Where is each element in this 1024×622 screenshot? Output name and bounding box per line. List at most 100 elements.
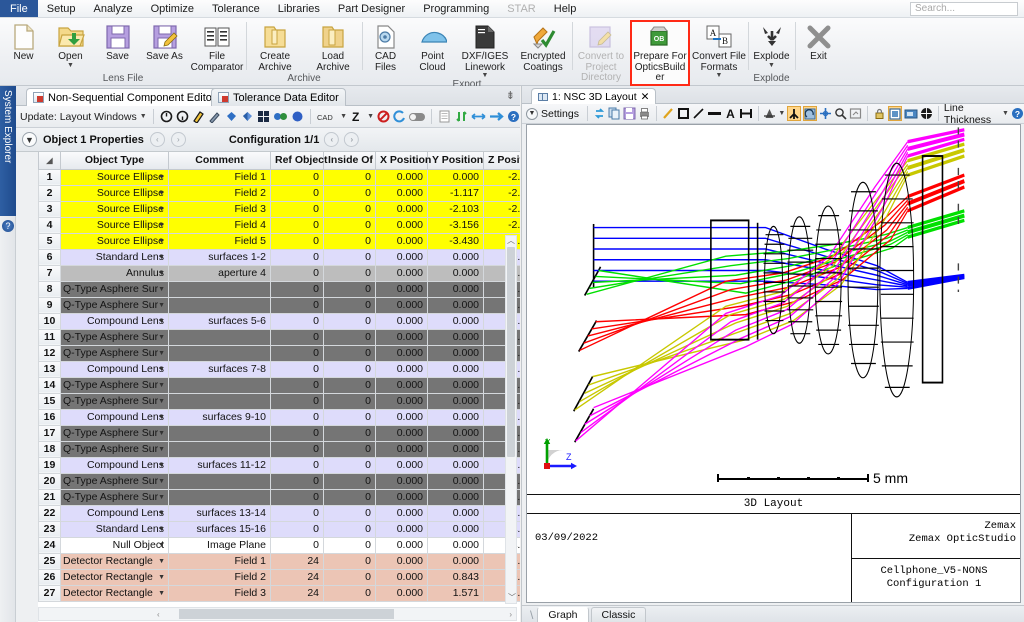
row-number[interactable]: 24 (39, 537, 61, 553)
cell-object-type[interactable]: Source Ellipse▼ (61, 217, 169, 233)
thick-line-icon[interactable] (707, 106, 722, 121)
cell-y-position[interactable]: 0.000 (428, 553, 484, 569)
column-header-select[interactable]: ◢ (39, 152, 61, 169)
menu-item-libraries[interactable]: Libraries (269, 0, 329, 17)
cell-x-position[interactable]: 0.000 (376, 329, 428, 345)
chevron-down-icon[interactable]: ▼ (158, 510, 165, 517)
menu-item-programming[interactable]: Programming (414, 0, 498, 17)
row-number[interactable]: 10 (39, 313, 61, 329)
chevron-down-icon[interactable]: ▼ (158, 270, 165, 277)
cell-ref-object[interactable]: 0 (271, 329, 324, 345)
scroll-down-arrow[interactable]: ﹀ (506, 593, 518, 603)
cell-object-type[interactable]: Q-Type Asphere Sur▼ (61, 281, 169, 297)
help-icon[interactable]: ? (2, 220, 14, 232)
row-number[interactable]: 17 (39, 425, 61, 441)
cell-inside-of[interactable]: 0 (324, 265, 376, 281)
cell-x-position[interactable]: 0.000 (376, 553, 428, 569)
draw-icon[interactable] (208, 109, 221, 124)
cell-ref-object[interactable]: 0 (271, 185, 324, 201)
cell-ref-object[interactable]: 0 (271, 265, 324, 281)
cell-inside-of[interactable]: 0 (324, 281, 376, 297)
cell-comment[interactable]: surfaces 7-8 (169, 361, 271, 377)
cell-x-position[interactable]: 0.000 (376, 313, 428, 329)
row-number[interactable]: 14 (39, 377, 61, 393)
cell-object-type[interactable]: Null Object▼ (61, 537, 169, 553)
cell-inside-of[interactable]: 0 (324, 185, 376, 201)
chevron-down-icon[interactable]: ▼ (158, 558, 165, 565)
table-row[interactable]: 13Compound Lens▼surfaces 7-8000.0000.000… (39, 361, 521, 377)
row-number[interactable]: 12 (39, 345, 61, 361)
table-row[interactable]: 8Q-Type Asphere Sur▼000.0000.0000.00 (39, 281, 521, 297)
fit-window-icon[interactable] (888, 106, 902, 121)
scrollbar-thumb[interactable] (179, 609, 394, 619)
cell-ref-object[interactable]: 0 (271, 377, 324, 393)
table-row[interactable]: 23Standard Lens▼surfaces 15-16000.0000.0… (39, 521, 521, 537)
cell-x-position[interactable]: 0.000 (376, 185, 428, 201)
cell-ref-object[interactable]: 0 (271, 297, 324, 313)
cell-inside-of[interactable]: 0 (324, 297, 376, 313)
column-header-comment[interactable]: Comment (169, 152, 271, 169)
table-row[interactable]: 26Detector Rectangle▼Field 22400.0000.84… (39, 569, 521, 585)
ray-dropdown-caret[interactable]: ▼ (778, 111, 785, 117)
point-cloud-button[interactable]: Point Cloud (409, 20, 456, 73)
cell-ref-object[interactable]: 0 (271, 521, 324, 537)
cell-object-type[interactable]: Detector Rectangle▼ (61, 569, 169, 585)
menu-item-analyze[interactable]: Analyze (84, 0, 141, 17)
cell-comment[interactable]: surfaces 15-16 (169, 521, 271, 537)
cell-object-type[interactable]: Q-Type Asphere Sur▼ (61, 489, 169, 505)
cell-x-position[interactable]: 0.000 (376, 345, 428, 361)
cell-x-position[interactable]: 0.000 (376, 217, 428, 233)
cell-comment[interactable] (169, 473, 271, 489)
tab-nsc-3d-layout[interactable]: 1: NSC 3D Layout ✕ (531, 88, 656, 104)
cell-comment[interactable]: surfaces 9-10 (169, 409, 271, 425)
cell-inside-of[interactable]: 0 (324, 489, 376, 505)
cell-object-type[interactable]: Compound Lens▼ (61, 457, 169, 473)
open-dropdown-caret[interactable]: ▼ (67, 63, 74, 69)
cell-object-type[interactable]: Compound Lens▼ (61, 361, 169, 377)
table-row[interactable]: 5Source Ellipse▼Field 5000.000-3.430-2.5… (39, 233, 521, 249)
cell-ref-object[interactable]: 0 (271, 441, 324, 457)
table-row[interactable]: 1Source Ellipse▼Field 1000.0000.000-2.52 (39, 169, 521, 185)
cell-x-position[interactable]: 0.000 (376, 265, 428, 281)
cell-object-type[interactable]: Standard Lens▼ (61, 249, 169, 265)
cell-object-type[interactable]: Q-Type Asphere Sur▼ (61, 393, 169, 409)
row-number[interactable]: 22 (39, 505, 61, 521)
cell-inside-of[interactable]: 0 (324, 361, 376, 377)
file-comparator-button[interactable]: File Comparator (188, 20, 246, 73)
layout-canvas[interactable]: Y Z 5 mm 3D Layout (526, 124, 1021, 603)
spread-icon[interactable] (471, 109, 486, 124)
pan-icon[interactable] (819, 106, 832, 121)
column-header-object-type[interactable]: Object Type (61, 152, 169, 169)
cell-x-position[interactable]: 0.000 (376, 233, 428, 249)
cell-y-position[interactable]: 0.000 (428, 441, 484, 457)
reset-view-icon[interactable] (849, 106, 862, 121)
rotate-view-icon[interactable] (803, 106, 817, 121)
cell-y-position[interactable]: 0.000 (428, 505, 484, 521)
row-number[interactable]: 11 (39, 329, 61, 345)
row-number[interactable]: 21 (39, 489, 61, 505)
cell-comment[interactable]: Field 2 (169, 185, 271, 201)
cell-object-type[interactable]: Compound Lens▼ (61, 409, 169, 425)
cell-comment[interactable]: Field 1 (169, 169, 271, 185)
cell-y-position[interactable]: 0.000 (428, 537, 484, 553)
cell-object-type[interactable]: Q-Type Asphere Sur▼ (61, 377, 169, 393)
cad-files-button[interactable]: CAD Files (362, 20, 409, 73)
cell-object-type[interactable]: Q-Type Asphere Sur▼ (61, 345, 169, 361)
cell-x-position[interactable]: 0.000 (376, 169, 428, 185)
cell-object-type[interactable]: Q-Type Asphere Sur▼ (61, 297, 169, 313)
column-header-ref-object[interactable]: Ref Object (271, 152, 324, 169)
cell-y-position[interactable]: 0.000 (428, 393, 484, 409)
cell-inside-of[interactable]: 0 (324, 217, 376, 233)
cell-ref-object[interactable]: 0 (271, 505, 324, 521)
chevron-down-icon[interactable]: ▼ (158, 430, 165, 437)
row-number[interactable]: 13 (39, 361, 61, 377)
cell-x-position[interactable]: 0.000 (376, 537, 428, 553)
cell-x-position[interactable]: 0.000 (376, 505, 428, 521)
cell-comment[interactable]: surfaces 1-2 (169, 249, 271, 265)
chevron-down-icon[interactable]: ▼ (158, 238, 165, 245)
cell-inside-of[interactable]: 0 (324, 425, 376, 441)
chevron-down-icon[interactable]: ▼ (158, 494, 165, 501)
lock-icon[interactable] (873, 106, 886, 121)
cell-ref-object[interactable]: 0 (271, 233, 324, 249)
axis-icon[interactable] (787, 106, 801, 121)
